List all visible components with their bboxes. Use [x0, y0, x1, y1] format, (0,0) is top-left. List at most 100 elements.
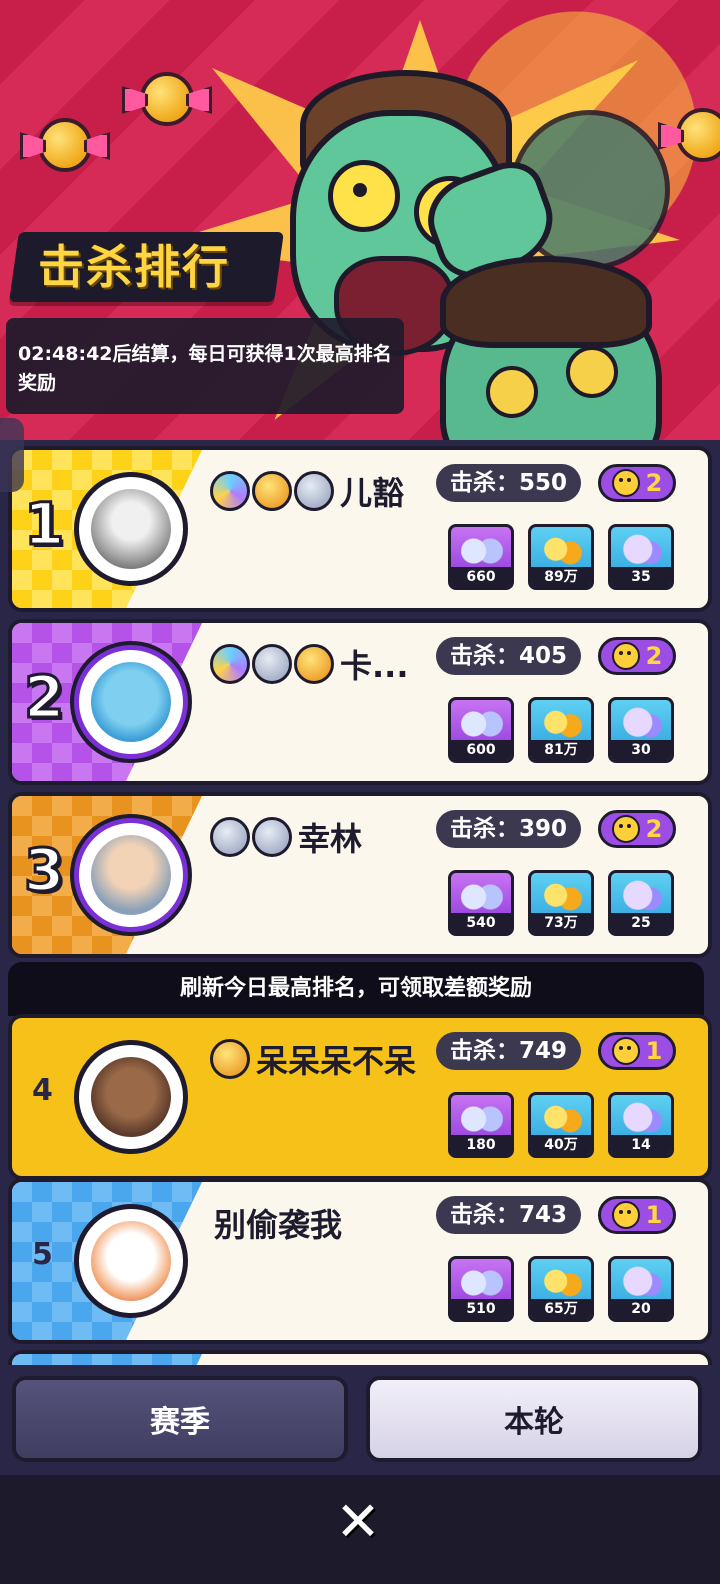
candy-icon — [541, 879, 583, 915]
kill-count: 击杀：743 — [436, 1196, 582, 1234]
kill-count: 击杀：749 — [436, 1032, 582, 1070]
kill-value: 743 — [519, 1202, 568, 1228]
gem-icon — [461, 533, 503, 569]
avatar[interactable] — [74, 818, 188, 932]
leaderboard-list[interactable]: 1 儿豁 击杀：550 2 660 89万 35 2 卡... 击杀：405 2… — [0, 440, 720, 1365]
gold-badge-icon — [252, 471, 292, 511]
leaderboard-row-1[interactable]: 1 儿豁 击杀：550 2 660 89万 35 — [8, 446, 712, 612]
side-pull-tab[interactable] — [0, 418, 24, 492]
gem-reward[interactable]: 600 — [448, 697, 514, 763]
rainbow-badge-icon — [210, 644, 250, 684]
reward-row: 600 81万 30 — [448, 697, 674, 763]
candy-reward[interactable]: 73万 — [528, 870, 594, 936]
kill-count: 击杀：390 — [436, 810, 582, 848]
player-name: 别偷袭我 — [214, 1206, 343, 1244]
skull-value: 2 — [645, 642, 663, 670]
kill-label: 击杀： — [450, 643, 519, 669]
rank-number: 1 — [22, 489, 65, 560]
close-icon: ✕ — [335, 1490, 381, 1553]
rank-number: 5 — [32, 1237, 53, 1272]
skull-icon — [611, 1201, 640, 1229]
reward-amount: 65万 — [531, 1299, 591, 1319]
kill-value: 550 — [519, 470, 568, 496]
candy-icon — [676, 108, 720, 162]
reward-row: 180 40万 14 — [448, 1092, 674, 1158]
tab-round[interactable]: 本轮 — [366, 1376, 702, 1462]
kill-count: 击杀：550 — [436, 464, 582, 502]
badge-row: 儿豁 — [210, 468, 404, 514]
candy-reward[interactable]: 81万 — [528, 697, 594, 763]
close-button[interactable]: ✕ — [330, 1494, 386, 1550]
gem-reward[interactable]: 510 — [448, 1256, 514, 1322]
skull-icon — [611, 815, 640, 843]
kill-value: 390 — [519, 816, 568, 842]
gem-icon — [461, 879, 503, 915]
gem-reward[interactable]: 660 — [448, 524, 514, 590]
avatar[interactable] — [74, 645, 188, 759]
skull-count: 2 — [598, 810, 676, 848]
reward-row: 660 89万 35 — [448, 524, 674, 590]
leaderboard-row-2[interactable]: 2 卡... 击杀：405 2 600 81万 30 — [8, 619, 712, 785]
kill-count: 击杀：405 — [436, 637, 582, 675]
silver-badge-icon — [252, 817, 292, 857]
candy-reward[interactable]: 65万 — [528, 1256, 594, 1322]
rank-number: 2 — [22, 662, 65, 733]
avatar[interactable] — [74, 472, 188, 586]
silver-badge-icon — [252, 644, 292, 684]
candy-reward[interactable]: 89万 — [528, 524, 594, 590]
settlement-info-text: 02:48:42后结算，每日可获得1次最高排名奖励 — [18, 343, 392, 394]
skull-icon — [611, 469, 640, 497]
candy-icon — [541, 706, 583, 742]
reward-amount: 14 — [611, 1135, 671, 1155]
gem-icon — [461, 1101, 503, 1137]
reward-amount: 40万 — [531, 1135, 591, 1155]
gem-reward[interactable]: 540 — [448, 870, 514, 936]
orb-icon — [621, 1265, 663, 1301]
reward-amount: 510 — [451, 1299, 511, 1319]
reward-amount: 30 — [611, 740, 671, 760]
orb-icon — [621, 706, 663, 742]
reward-amount: 25 — [611, 913, 671, 933]
leaderboard-row-3[interactable]: 3 幸林 击杀：390 2 540 73万 25 — [8, 792, 712, 958]
kill-label: 击杀： — [450, 1038, 519, 1064]
badge-row: 卡... — [210, 641, 408, 687]
reward-amount: 35 — [611, 567, 671, 587]
notice-bar: 刷新今日最高排名，可领取差额奖励 — [8, 962, 704, 1016]
orb-reward[interactable]: 25 — [608, 870, 674, 936]
skull-icon — [611, 642, 640, 670]
gold-badge-icon — [210, 1039, 250, 1079]
skull-value: 1 — [645, 1037, 663, 1065]
orb-reward[interactable]: 35 — [608, 524, 674, 590]
skull-value: 2 — [645, 815, 663, 843]
candy-icon — [38, 118, 92, 172]
avatar[interactable] — [74, 1040, 188, 1154]
skull-count: 1 — [598, 1196, 676, 1234]
candy-icon — [541, 1265, 583, 1301]
gold-badge-icon — [294, 644, 334, 684]
orb-icon — [621, 1101, 663, 1137]
player-name: 儿豁 — [340, 474, 405, 512]
skull-count: 1 — [598, 1032, 676, 1070]
kill-value: 749 — [519, 1038, 568, 1064]
candy-reward[interactable]: 40万 — [528, 1092, 594, 1158]
zombie-illustration — [440, 256, 662, 440]
avatar[interactable] — [74, 1204, 188, 1318]
skull-count: 2 — [598, 464, 676, 502]
rank-number: 4 — [32, 1073, 53, 1108]
candy-icon — [541, 533, 583, 569]
rank-number: 3 — [22, 835, 65, 906]
gem-reward[interactable]: 180 — [448, 1092, 514, 1158]
tab-season[interactable]: 赛季 — [12, 1376, 348, 1462]
orb-reward[interactable]: 30 — [608, 697, 674, 763]
gem-icon — [461, 1265, 503, 1301]
leaderboard-row-self[interactable]: 4 呆呆呆不呆 击杀：749 1 180 40万 14 — [8, 1014, 712, 1180]
reward-amount: 180 — [451, 1135, 511, 1155]
leaderboard-row-5[interactable]: 5 别偷袭我 击杀：743 1 510 65万 20 — [8, 1178, 712, 1344]
leaderboard-row-6[interactable] — [8, 1350, 712, 1365]
kill-label: 击杀： — [450, 470, 519, 496]
reward-amount: 20 — [611, 1299, 671, 1319]
silver-badge-icon — [294, 471, 334, 511]
orb-reward[interactable]: 20 — [608, 1256, 674, 1322]
skull-icon — [611, 1037, 640, 1065]
orb-reward[interactable]: 14 — [608, 1092, 674, 1158]
